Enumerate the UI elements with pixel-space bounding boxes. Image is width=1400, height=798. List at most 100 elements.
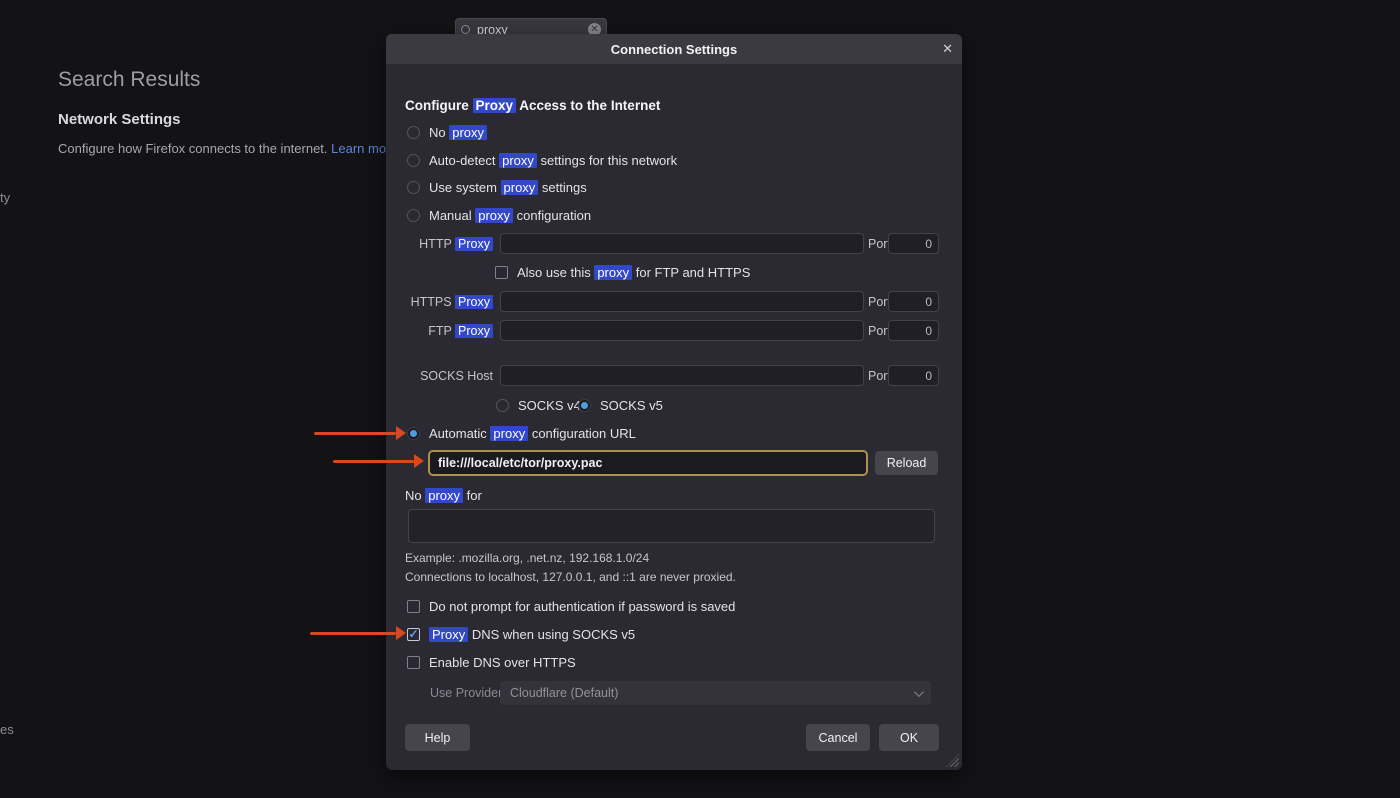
radio-icon-selected[interactable] xyxy=(407,427,420,440)
option-label: Use system proxy settings xyxy=(429,180,587,195)
description-text: Configure how Firefox connects to the in… xyxy=(58,141,331,156)
radio-icon[interactable] xyxy=(407,126,420,139)
checkbox-label: Do not prompt for authentication if pass… xyxy=(429,599,735,614)
radio-option-manual-proxy[interactable]: Manual proxy configuration xyxy=(407,207,591,223)
ftp-proxy-label: FTP Proxy xyxy=(405,324,493,338)
connection-settings-dialog: Connection Settings ✕ Configure Proxy Ac… xyxy=(386,34,962,770)
radio-option-auto-url[interactable]: Automatic proxy configuration URL xyxy=(407,425,636,441)
example-note: Example: .mozilla.org, .net.nz, 192.168.… xyxy=(405,551,649,565)
socks-v5-label: SOCKS v5 xyxy=(600,398,663,413)
annotation-arrow-proxy-dns xyxy=(310,626,406,641)
socks-host-label: SOCKS Host xyxy=(405,369,493,383)
section-description: Configure how Firefox connects to the in… xyxy=(58,141,390,156)
https-proxy-label: HTTPS Proxy xyxy=(405,295,493,309)
no-proxy-for-label: No proxy for xyxy=(405,488,482,503)
option-label: No proxy xyxy=(429,125,487,140)
checkbox-label: Enable DNS over HTTPS xyxy=(429,655,576,670)
provider-value: Cloudflare (Default) xyxy=(510,686,618,700)
checkbox-icon[interactable] xyxy=(407,656,420,669)
label-post: for FTP and HTTPS xyxy=(632,265,750,280)
provider-select[interactable]: Cloudflare (Default) xyxy=(500,681,931,705)
label-pre: Manual xyxy=(429,208,475,223)
cancel-button[interactable]: Cancel xyxy=(806,724,870,751)
label-pre: Automatic xyxy=(429,426,490,441)
resize-grip[interactable] xyxy=(946,754,959,767)
label-highlight: proxy xyxy=(490,426,528,441)
radio-option-no-proxy[interactable]: No proxy xyxy=(407,124,487,140)
label-pre: Auto-detect xyxy=(429,153,499,168)
dialog-header: Connection Settings ✕ xyxy=(386,34,962,64)
http-port-input[interactable] xyxy=(888,233,939,254)
label-highlight: proxy xyxy=(475,208,513,223)
auth-prompt-checkbox-row[interactable]: Do not prompt for authentication if pass… xyxy=(407,598,735,614)
doh-checkbox-row[interactable]: Enable DNS over HTTPS xyxy=(407,654,576,670)
page-title: Search Results xyxy=(58,68,200,92)
radio-icon[interactable] xyxy=(496,399,509,412)
label-pre: No xyxy=(429,125,449,140)
label-pre: Use system xyxy=(429,180,501,195)
label-pre: FTP xyxy=(428,324,455,338)
localhost-note: Connections to localhost, 127.0.0.1, and… xyxy=(405,570,736,584)
label-highlight: Proxy xyxy=(455,295,493,309)
http-proxy-label: HTTP Proxy xyxy=(405,237,493,251)
checkbox-icon[interactable] xyxy=(495,266,508,279)
socks-v4-radio-row[interactable]: SOCKS v4 xyxy=(496,397,581,413)
label-post: settings xyxy=(538,180,586,195)
label-post: for xyxy=(463,488,482,503)
https-proxy-input[interactable] xyxy=(500,291,864,312)
use-provider-label: Use Provider xyxy=(430,686,502,700)
option-label: Automatic proxy configuration URL xyxy=(429,426,636,441)
chevron-down-icon xyxy=(914,687,924,697)
label-post: configuration URL xyxy=(528,426,636,441)
label-post: settings for this network xyxy=(537,153,677,168)
heading-highlight: Proxy xyxy=(473,98,517,113)
socks-host-input[interactable] xyxy=(500,365,864,386)
label-highlight: proxy xyxy=(499,153,537,168)
ftp-port-input[interactable] xyxy=(888,320,939,341)
close-icon[interactable]: ✕ xyxy=(942,34,953,64)
reload-button[interactable]: Reload xyxy=(875,451,938,475)
socks-v5-radio-row[interactable]: SOCKS v5 xyxy=(578,397,663,413)
annotation-arrow-url-field xyxy=(333,454,425,469)
label-pre: HTTPS xyxy=(411,295,455,309)
option-label: Auto-detect proxy settings for this netw… xyxy=(429,153,677,168)
help-button[interactable]: Help xyxy=(405,724,470,751)
checkbox-icon[interactable] xyxy=(407,600,420,613)
sidebar-fragment-bottom: es xyxy=(0,722,14,737)
section-title: Network Settings xyxy=(58,111,181,128)
label-pre: No xyxy=(405,488,425,503)
search-icon xyxy=(461,25,470,34)
label-post: DNS when using SOCKS v5 xyxy=(468,627,635,642)
dialog-heading: Configure Proxy Access to the Internet xyxy=(405,98,660,113)
http-proxy-input[interactable] xyxy=(500,233,864,254)
socks-port-input[interactable] xyxy=(888,365,939,386)
label-post: configuration xyxy=(513,208,591,223)
ok-button[interactable]: OK xyxy=(879,724,939,751)
label-highlight: Proxy xyxy=(455,237,493,251)
heading-post: Access to the Internet xyxy=(516,98,660,113)
label-highlight: proxy xyxy=(594,265,632,280)
label-highlight: Proxy xyxy=(455,324,493,338)
ftp-proxy-input[interactable] xyxy=(500,320,864,341)
radio-icon[interactable] xyxy=(407,154,420,167)
radio-option-autodetect[interactable]: Auto-detect proxy settings for this netw… xyxy=(407,152,677,168)
proxy-dns-checkbox-row[interactable]: ✓ Proxy DNS when using SOCKS v5 xyxy=(407,626,635,642)
radio-icon[interactable] xyxy=(407,181,420,194)
radio-option-system-proxy[interactable]: Use system proxy settings xyxy=(407,179,587,195)
label-highlight: proxy xyxy=(425,488,463,503)
annotation-arrow-auto-url xyxy=(314,426,406,441)
radio-icon[interactable] xyxy=(407,209,420,222)
learn-more-link[interactable]: Learn mor xyxy=(331,141,390,156)
label-pre: Also use this xyxy=(517,265,594,280)
label-pre: HTTP xyxy=(419,237,455,251)
also-use-proxy-checkbox-row[interactable]: Also use this proxy for FTP and HTTPS xyxy=(495,264,750,280)
no-proxy-for-textarea[interactable] xyxy=(408,509,935,543)
checkbox-checked-icon[interactable]: ✓ xyxy=(407,628,420,641)
dialog-title: Connection Settings xyxy=(611,42,737,57)
option-label: Manual proxy configuration xyxy=(429,208,591,223)
https-port-input[interactable] xyxy=(888,291,939,312)
auto-proxy-url-input[interactable] xyxy=(428,450,868,476)
checkbox-label: Proxy DNS when using SOCKS v5 xyxy=(429,627,635,642)
radio-icon-selected[interactable] xyxy=(578,399,591,412)
checkbox-label: Also use this proxy for FTP and HTTPS xyxy=(517,265,750,280)
